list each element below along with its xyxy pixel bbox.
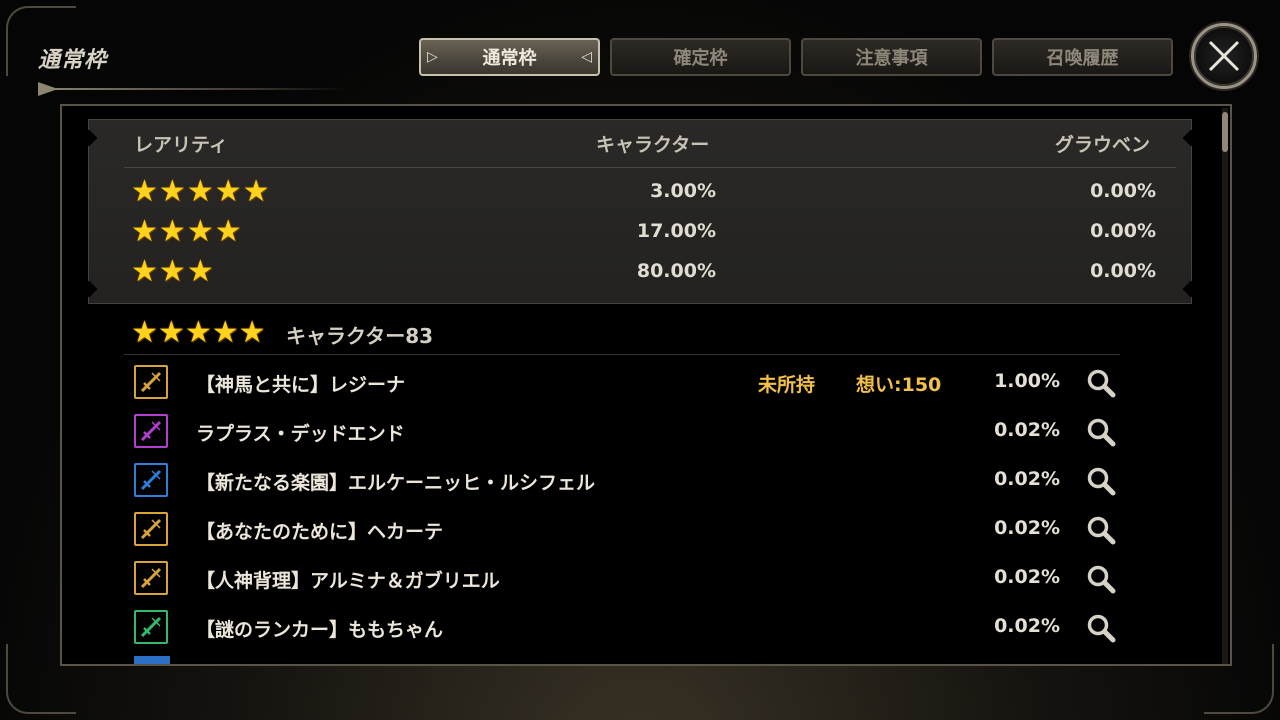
drop-rate: 0.02% <box>994 468 1060 490</box>
header-grauben: グラウベン <box>1055 134 1151 156</box>
tab-label: 通常枠 <box>482 48 537 69</box>
page-title: 通常枠 <box>38 48 108 73</box>
tab-notes[interactable]: 注意事項 <box>801 38 982 76</box>
tab-normal[interactable]: ▷ 通常枠 ◁ <box>419 38 600 76</box>
star-icon: ★ <box>131 174 158 209</box>
close-button[interactable] <box>1191 23 1257 89</box>
star-icon: ★ <box>157 315 185 350</box>
staff-class-icon <box>134 561 168 595</box>
axe-class-icon <box>134 610 168 644</box>
list-item: 【謎のランカー】ももちゃん 0.02% <box>130 606 1120 650</box>
magnifier-icon[interactable] <box>1085 563 1117 595</box>
character-name: 【謎のランカー】ももちゃん <box>196 619 444 641</box>
star-icon: ★ <box>158 254 186 289</box>
lance-class-icon <box>134 463 168 497</box>
scrollbar-thumb[interactable] <box>1222 112 1228 152</box>
drop-rate: 0.02% <box>994 419 1060 441</box>
title-underline <box>38 82 348 96</box>
star-icon: ★ <box>131 315 158 350</box>
list-item: 【新たなる楽園】エルケーニッヒ・ルシフェル 0.02% <box>130 459 1120 503</box>
ownership-status: 未所持 <box>758 374 816 396</box>
character-name: 【神馬と共に】レジーナ <box>196 374 406 396</box>
magnifier-icon[interactable] <box>1085 612 1117 644</box>
partial-list-item <box>134 656 170 664</box>
tab-label: 注意事項 <box>855 48 928 69</box>
rarity-4-stars: ★ ★ ★ ★ <box>131 217 242 247</box>
star-icon: ★ <box>186 214 214 249</box>
list-item: 【人神背理】アルミナ＆ガブリエル 0.02% <box>130 557 1120 601</box>
character-name: 【あなたのために】ヘカーテ <box>196 521 444 543</box>
star-icon: ★ <box>214 214 242 249</box>
divider <box>124 354 1120 355</box>
rate-character-5: 3.00% <box>650 180 716 202</box>
tab-label: 召喚履歴 <box>1046 48 1119 69</box>
character-name: 【新たなる楽園】エルケーニッヒ・ルシフェル <box>196 472 596 494</box>
star-icon: ★ <box>184 315 212 350</box>
star-icon: ★ <box>242 174 270 209</box>
star-icon: ★ <box>158 174 186 209</box>
star-icon: ★ <box>214 174 242 209</box>
rate-character-3: 80.00% <box>636 260 716 282</box>
scrollbar[interactable] <box>1222 108 1228 664</box>
tab-guaranteed[interactable]: 確定枠 <box>610 38 791 76</box>
bow-class-icon <box>134 414 168 448</box>
rarity-5-stars: ★ ★ ★ ★ ★ <box>131 177 270 207</box>
tab-label: 確定枠 <box>673 48 728 69</box>
rarity-3-stars: ★ ★ ★ <box>131 257 214 287</box>
chevron-left-icon: ◁ <box>581 49 592 65</box>
tab-history[interactable]: 召喚履歴 <box>992 38 1173 76</box>
drop-rate: 0.02% <box>994 517 1060 539</box>
drop-rate: 0.02% <box>994 566 1060 588</box>
divider <box>124 167 1176 168</box>
rate-grauben-4: 0.00% <box>1090 220 1156 242</box>
close-x-icon <box>1208 40 1240 72</box>
chevron-right-icon: ▷ <box>427 49 438 65</box>
star-icon: ★ <box>211 315 239 350</box>
star-icon: ★ <box>131 214 158 249</box>
tab-bar: ▷ 通常枠 ◁ 確定枠 注意事項 召喚履歴 <box>419 38 1173 76</box>
rate-grauben-5: 0.00% <box>1090 180 1156 202</box>
drop-rate: 0.02% <box>994 615 1060 637</box>
star-icon: ★ <box>186 254 214 289</box>
character-name: ラプラス・デッドエンド <box>196 423 405 445</box>
rate-character-4: 17.00% <box>636 220 716 242</box>
magnifier-icon[interactable] <box>1085 367 1117 399</box>
magnifier-icon[interactable] <box>1085 416 1117 448</box>
star-icon: ★ <box>238 315 266 350</box>
sword-class-icon <box>134 512 168 546</box>
sword-class-icon <box>134 365 168 399</box>
rate-grauben-3: 0.00% <box>1090 260 1156 282</box>
drop-rate: 1.00% <box>994 370 1060 392</box>
list-item: 【神馬と共に】レジーナ 未所持 想い:150 1.00% <box>130 361 1120 405</box>
header-character: キャラクター <box>596 134 710 156</box>
magnifier-icon[interactable] <box>1085 465 1117 497</box>
star-icon: ★ <box>158 214 186 249</box>
star-icon: ★ <box>131 254 158 289</box>
section-stars: ★ ★ ★ ★ ★ <box>131 318 266 348</box>
star-icon: ★ <box>186 174 214 209</box>
omoi-value: 想い:150 <box>856 374 942 396</box>
list-item: ラプラス・デッドエンド 0.02% <box>130 410 1120 454</box>
list-item: 【あなたのために】ヘカーテ 0.02% <box>130 508 1120 552</box>
header-rarity: レアリティ <box>134 134 228 156</box>
magnifier-icon[interactable] <box>1085 514 1117 546</box>
character-name: 【人神背理】アルミナ＆ガブリエル <box>196 570 500 592</box>
section-label: キャラクター83 <box>286 324 434 348</box>
